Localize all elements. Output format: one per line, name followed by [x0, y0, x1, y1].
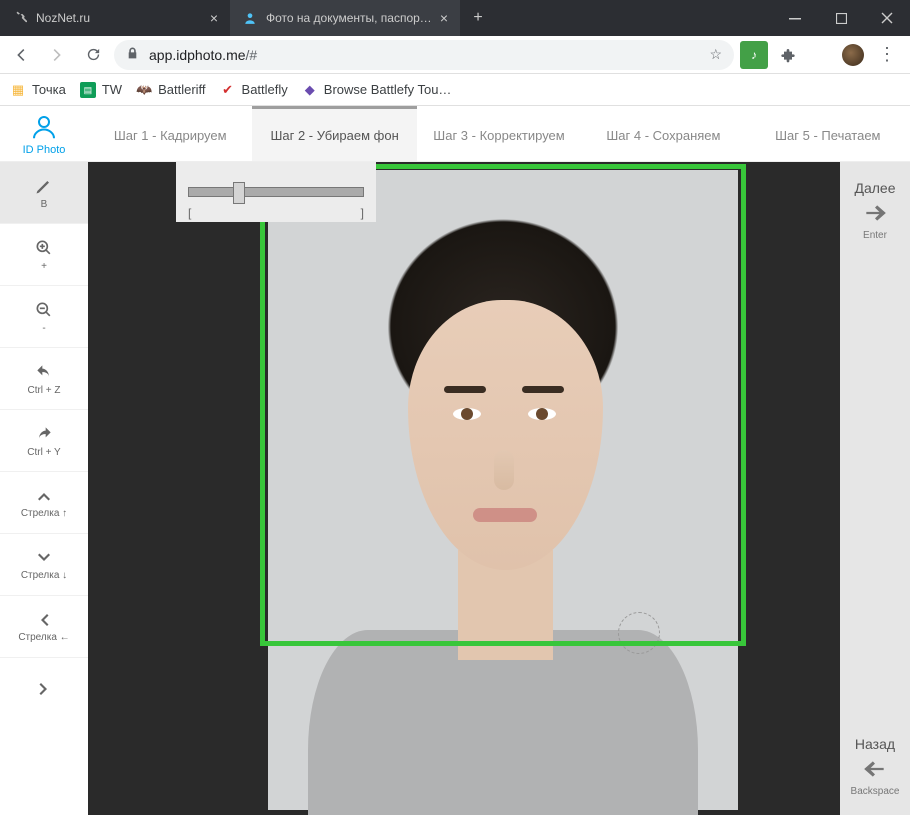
profile-avatar[interactable]	[842, 44, 864, 66]
tool-undo[interactable]: Ctrl + Z	[0, 348, 88, 410]
brush-size-slider[interactable]: [ ]	[176, 162, 376, 222]
bookmark-star-icon[interactable]: ☆	[709, 46, 722, 63]
back-button[interactable]	[6, 40, 36, 70]
tool-brush[interactable]: B	[0, 162, 88, 224]
step-3[interactable]: Шаг 3 - Корректируем	[417, 106, 581, 161]
extensions-icon[interactable]	[774, 41, 802, 69]
step-4[interactable]: Шаг 4 - Сохраняем	[581, 106, 745, 161]
arrow-right-icon	[862, 200, 888, 226]
slider-min-label: [	[188, 206, 191, 220]
sheets-icon: ▤	[80, 82, 96, 98]
browser-tab-0[interactable]: NozNet.ru ×	[0, 0, 230, 36]
url-text: app.idphoto.me/#	[149, 47, 257, 63]
app-logo[interactable]: ID Photo	[0, 106, 88, 161]
app: ID Photo Шаг 1 - Кадрируем Шаг 2 - Убира…	[0, 106, 910, 815]
id-photo-icon	[29, 112, 59, 142]
bookmark-item[interactable]: ◆Browse Battlefy Tou…	[302, 82, 452, 98]
minimize-button[interactable]	[772, 0, 818, 36]
wrench-icon	[12, 10, 28, 26]
app-logo-label: ID Photo	[23, 144, 66, 156]
pencil-icon	[34, 176, 54, 196]
tool-arrow-left[interactable]: Стрелка ←	[0, 596, 88, 658]
tool-arrow-right[interactable]	[0, 658, 88, 720]
bookmark-item[interactable]: ✔Battlefly	[220, 82, 288, 98]
leaf-icon: ✔	[220, 82, 236, 98]
extension-square-icon[interactable]	[808, 41, 836, 69]
tab-title: Фото на документы, паспорта, …	[266, 11, 432, 25]
close-window-button[interactable]	[864, 0, 910, 36]
close-icon[interactable]: ×	[440, 10, 448, 26]
bookmark-item[interactable]: ▤TW	[80, 82, 122, 98]
lock-icon	[126, 47, 139, 63]
browser-tab-1[interactable]: Фото на документы, паспорта, … ×	[230, 0, 460, 36]
zoom-out-icon	[34, 300, 54, 320]
bookmark-item[interactable]: ▦Точка	[10, 82, 66, 98]
canvas[interactable]: [ ]	[88, 162, 840, 815]
tool-redo[interactable]: Ctrl + Y	[0, 410, 88, 472]
step-5[interactable]: Шаг 5 - Печатаем	[746, 106, 910, 161]
folder-icon: ▦	[10, 82, 26, 98]
undo-icon	[34, 362, 54, 382]
browser-toolbar: app.idphoto.me/# ☆ ♪ ⋮	[0, 36, 910, 74]
chevron-up-icon	[35, 487, 53, 505]
reload-button[interactable]	[78, 40, 108, 70]
titlebar: NozNet.ru × Фото на документы, паспорта,…	[0, 0, 910, 36]
next-button[interactable]: Далее Enter	[854, 180, 895, 241]
bat-icon: 🦇	[136, 82, 152, 98]
workarea: B + - Ctrl + Z Ctrl + Y Стрелка ↑	[0, 162, 910, 815]
new-tab-button[interactable]: +	[460, 0, 496, 36]
url-bar[interactable]: app.idphoto.me/# ☆	[114, 40, 734, 70]
photo[interactable]	[268, 170, 738, 810]
tab-title: NozNet.ru	[36, 11, 202, 25]
extension-green[interactable]: ♪	[740, 41, 768, 69]
step-1[interactable]: Шаг 1 - Кадрируем	[88, 106, 252, 161]
slider-max-label: ]	[361, 206, 364, 220]
zoom-in-icon	[34, 238, 54, 258]
close-icon[interactable]: ×	[210, 10, 218, 26]
brush-cursor	[618, 612, 660, 654]
tool-sidebar: B + - Ctrl + Z Ctrl + Y Стрелка ↑	[0, 162, 88, 815]
tool-arrow-down[interactable]: Стрелка ↓	[0, 534, 88, 596]
slider-track[interactable]	[188, 187, 364, 197]
window-controls	[772, 0, 910, 36]
tool-zoom-in[interactable]: +	[0, 224, 88, 286]
arrow-left-icon	[862, 756, 888, 782]
bookmark-item[interactable]: 🦇Battleriff	[136, 82, 205, 98]
person-icon	[242, 10, 258, 26]
maximize-button[interactable]	[818, 0, 864, 36]
tool-zoom-out[interactable]: -	[0, 286, 88, 348]
back-button-app[interactable]: Назад Backspace	[851, 736, 900, 797]
right-bar: Далее Enter Назад Backspace	[840, 162, 910, 815]
chevron-left-icon	[35, 611, 53, 629]
bookmarks-bar: ▦Точка ▤TW 🦇Battleriff ✔Battlefly ◆Brows…	[0, 74, 910, 106]
tool-arrow-up[interactable]: Стрелка ↑	[0, 472, 88, 534]
browser-menu-button[interactable]: ⋮	[870, 44, 904, 65]
chevron-right-icon	[35, 680, 53, 698]
step-2[interactable]: Шаг 2 - Убираем фон	[252, 106, 416, 161]
chevron-down-icon	[35, 549, 53, 567]
forward-button[interactable]	[42, 40, 72, 70]
slider-thumb[interactable]	[233, 182, 245, 204]
redo-icon	[34, 424, 54, 444]
cube-icon: ◆	[302, 82, 318, 98]
step-bar: ID Photo Шаг 1 - Кадрируем Шаг 2 - Убира…	[0, 106, 910, 162]
